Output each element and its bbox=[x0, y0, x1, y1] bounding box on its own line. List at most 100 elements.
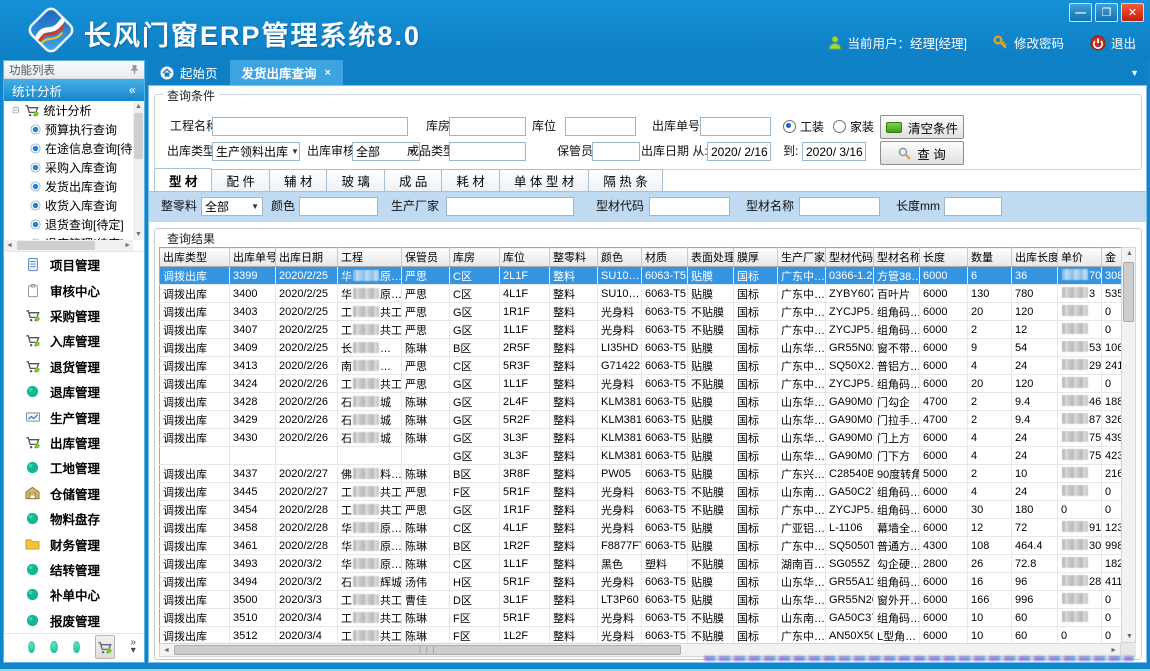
sidebar-item-production-mgmt[interactable]: 生产管理 bbox=[4, 404, 144, 429]
material-tab-finished[interactable]: 成 品 bbox=[384, 169, 442, 191]
keeper-input[interactable] bbox=[592, 142, 640, 161]
manufacturer-input[interactable] bbox=[446, 197, 574, 216]
column-header[interactable]: 出库日期 bbox=[276, 248, 338, 267]
sidebar-item-purchase-mgmt[interactable]: 采购管理 bbox=[4, 303, 144, 328]
column-header[interactable]: 出库单号 bbox=[230, 248, 276, 267]
column-header[interactable]: 表面处理 bbox=[688, 248, 734, 267]
table-row[interactable]: 调拨出库34072020/2/25工共工程严思G区1L1F整料光身料6063-T… bbox=[160, 321, 1122, 339]
location-input[interactable] bbox=[565, 117, 636, 136]
table-row[interactable]: 调拨出库34942020/3/2石辉城汤伟H区5R1F整料光身料6063-T5贴… bbox=[160, 573, 1122, 591]
table-row[interactable]: G区3L3F整料KLM38176063-T5贴膜国标山东华…GA90M09.门下… bbox=[160, 447, 1122, 465]
table-row[interactable]: 调拨出库33992020/2/25华原…严思C区2L1F整料SU10…6063-… bbox=[160, 267, 1122, 285]
radio-industrial[interactable]: 工装 bbox=[783, 117, 824, 136]
sidebar-item-site-mgmt[interactable]: 工地管理 bbox=[4, 455, 144, 480]
tab-home[interactable]: 起始页 bbox=[148, 60, 230, 85]
tab-shipping-outbound-query[interactable]: 发货出库查询 × bbox=[230, 60, 343, 85]
table-row[interactable]: 调拨出库34452020/2/27工共工程严思F区5R1F整料光身料6063-T… bbox=[160, 483, 1122, 501]
logout-button[interactable]: 退出 bbox=[1090, 33, 1136, 52]
tree-item-shipping-outbound-query[interactable]: 发货出库查询 bbox=[4, 177, 133, 196]
tree-item-budget-exec-query[interactable]: 预算执行查询 bbox=[4, 120, 133, 139]
tree-vertical-scrollbar[interactable]: ▲ ▼ bbox=[133, 101, 144, 240]
order-no-input[interactable] bbox=[700, 117, 771, 136]
date-from-picker[interactable]: 2020/ 2/16▼ bbox=[707, 142, 771, 161]
clear-conditions-button[interactable]: 清空条件 bbox=[880, 115, 964, 139]
color-input[interactable] bbox=[299, 197, 378, 216]
material-tab-accessory[interactable]: 配 件 bbox=[211, 169, 269, 191]
table-row[interactable]: 调拨出库34612020/2/28华原…陈琳B区1R2F整料F8877FT606… bbox=[160, 537, 1122, 555]
radio-home[interactable]: 家装 bbox=[833, 117, 874, 136]
sidebar-item-return-stock-mgmt[interactable]: 退库管理 bbox=[4, 379, 144, 404]
circle-icon[interactable] bbox=[50, 641, 57, 653]
date-to-picker[interactable]: 2020/ 3/16▼ bbox=[802, 142, 866, 161]
column-header[interactable]: 出库长度 bbox=[1012, 248, 1058, 267]
sidebar-item-finance-mgmt[interactable]: 财务管理 bbox=[4, 531, 144, 556]
warehouse-input[interactable] bbox=[449, 117, 526, 136]
column-header[interactable]: 库位 bbox=[500, 248, 550, 267]
material-tab-consumable[interactable]: 耗 材 bbox=[441, 169, 499, 191]
whole-part-select[interactable]: 全部▼ bbox=[201, 197, 263, 216]
table-row[interactable]: 调拨出库34582020/2/28华原…陈琳C区4L1F整料光身料6063-T5… bbox=[160, 519, 1122, 537]
table-row[interactable]: 调拨出库34002020/2/25华原…严思C区4L1F整料SU10…6063-… bbox=[160, 285, 1122, 303]
column-header[interactable]: 数量 bbox=[968, 248, 1012, 267]
circle-icon[interactable] bbox=[73, 641, 80, 653]
column-header[interactable]: 单价 bbox=[1058, 248, 1102, 267]
table-row[interactable]: 调拨出库34372020/2/27佛料…陈琳B区3R8F整料PW056063-T… bbox=[160, 465, 1122, 483]
table-row[interactable]: 调拨出库35122020/3/4工共工程陈琳F区1L2F整料光身料6063-T5… bbox=[160, 627, 1122, 645]
close-button[interactable]: ✕ bbox=[1121, 3, 1144, 22]
cart-button[interactable] bbox=[95, 635, 115, 659]
sidebar-item-project-mgmt[interactable]: 项目管理 bbox=[4, 252, 144, 277]
table-row[interactable]: 调拨出库34292020/2/26石城陈琳G区5R2F整料KLM38176063… bbox=[160, 411, 1122, 429]
table-row[interactable]: 调拨出库34242020/2/26工共工程严思G区1L1F整料光身料6063-T… bbox=[160, 375, 1122, 393]
column-header[interactable]: 出库类型 bbox=[160, 248, 230, 267]
collapse-icon[interactable]: « bbox=[129, 83, 136, 97]
tab-close-icon[interactable]: × bbox=[325, 67, 331, 79]
column-header[interactable]: 工程 bbox=[338, 248, 402, 267]
column-header[interactable]: 生产厂家 bbox=[778, 248, 826, 267]
sidebar-item-audit-center[interactable]: 审核中心 bbox=[4, 277, 144, 302]
table-row[interactable]: 调拨出库34282020/2/26石城陈琳G区2L4F整料KLM38176063… bbox=[160, 393, 1122, 411]
project-name-input[interactable] bbox=[212, 117, 408, 136]
column-header[interactable]: 整零料 bbox=[550, 248, 598, 267]
tree-expander-icon[interactable]: ⊟ bbox=[12, 105, 20, 116]
material-tab-insulation-strip[interactable]: 隔 热 条 bbox=[588, 169, 662, 191]
sidebar-item-reorder-center[interactable]: 补单中心 bbox=[4, 582, 144, 607]
table-vertical-scrollbar[interactable]: ▲ ▼ bbox=[1121, 247, 1136, 643]
column-header[interactable]: 长度 bbox=[920, 248, 968, 267]
sidebar-item-outbound-mgmt[interactable]: 出库管理 bbox=[4, 430, 144, 455]
table-row[interactable]: 调拨出库34032020/2/25工共工程严思G区1R1F整料光身料6063-T… bbox=[160, 303, 1122, 321]
material-tab-single-profile[interactable]: 单 体 型 材 bbox=[499, 169, 589, 191]
tree-horizontal-scrollbar[interactable]: ◄ ► bbox=[4, 240, 133, 251]
profile-code-input[interactable] bbox=[649, 197, 730, 216]
column-header[interactable]: 库房 bbox=[450, 248, 500, 267]
table-row[interactable]: 调拨出库34542020/2/28工共工程严思G区1R1F整料光身料6063-T… bbox=[160, 501, 1122, 519]
minimize-button[interactable]: — bbox=[1069, 3, 1092, 22]
sidebar-item-inbound-mgmt[interactable]: 入库管理 bbox=[4, 328, 144, 353]
column-header[interactable]: 型材代码 bbox=[826, 248, 874, 267]
tree-item-purchase-inbound-query[interactable]: 采购入库查询 bbox=[4, 158, 133, 177]
sidebar-item-warehouse-mgmt[interactable]: 仓储管理 bbox=[4, 481, 144, 506]
tree-root[interactable]: ⊟统计分析 bbox=[4, 101, 133, 120]
out-type-select[interactable]: 生产领料出库▼ bbox=[212, 142, 300, 161]
column-header[interactable]: 膜厚 bbox=[734, 248, 778, 267]
profile-name-input[interactable] bbox=[799, 197, 880, 216]
table-row[interactable]: 调拨出库34132020/2/26南…严思C区5R3F整料G714226063-… bbox=[160, 357, 1122, 375]
length-input[interactable] bbox=[944, 197, 1002, 216]
more-chevron-icon[interactable]: »▾ bbox=[130, 639, 136, 655]
column-header[interactable]: 颜色 bbox=[598, 248, 642, 267]
column-header[interactable]: 型材名称 bbox=[874, 248, 920, 267]
maximize-button[interactable]: ❐ bbox=[1095, 3, 1118, 22]
tree-item-receiving-inbound-query[interactable]: 收货入库查询 bbox=[4, 196, 133, 215]
circle-icon[interactable] bbox=[28, 641, 35, 653]
sidebar-item-inventory-count[interactable]: 物料盘存 bbox=[4, 506, 144, 531]
table-horizontal-scrollbar[interactable]: ◄ ❘❘❘ ► bbox=[159, 643, 1121, 657]
change-password-button[interactable]: 修改密码 bbox=[993, 33, 1064, 52]
sidebar-item-return-goods-mgmt[interactable]: 退货管理 bbox=[4, 354, 144, 379]
column-header[interactable]: 保管员 bbox=[402, 248, 450, 267]
sidebar-item-carryover-mgmt[interactable]: 结转管理 bbox=[4, 557, 144, 582]
tree-item-transit-info-query[interactable]: 在途信息查询[待 bbox=[4, 139, 133, 158]
tab-list-chevron-icon[interactable]: ▼ bbox=[1130, 60, 1147, 85]
table-row[interactable]: 调拨出库35002020/3/3工共工程曹佳D区3L1F整料LT3P606063… bbox=[160, 591, 1122, 609]
material-tab-glass[interactable]: 玻 璃 bbox=[326, 169, 384, 191]
material-tab-profile[interactable]: 型 材 bbox=[154, 168, 212, 191]
tree-item-return-query[interactable]: 退货查询[待定] bbox=[4, 215, 133, 234]
